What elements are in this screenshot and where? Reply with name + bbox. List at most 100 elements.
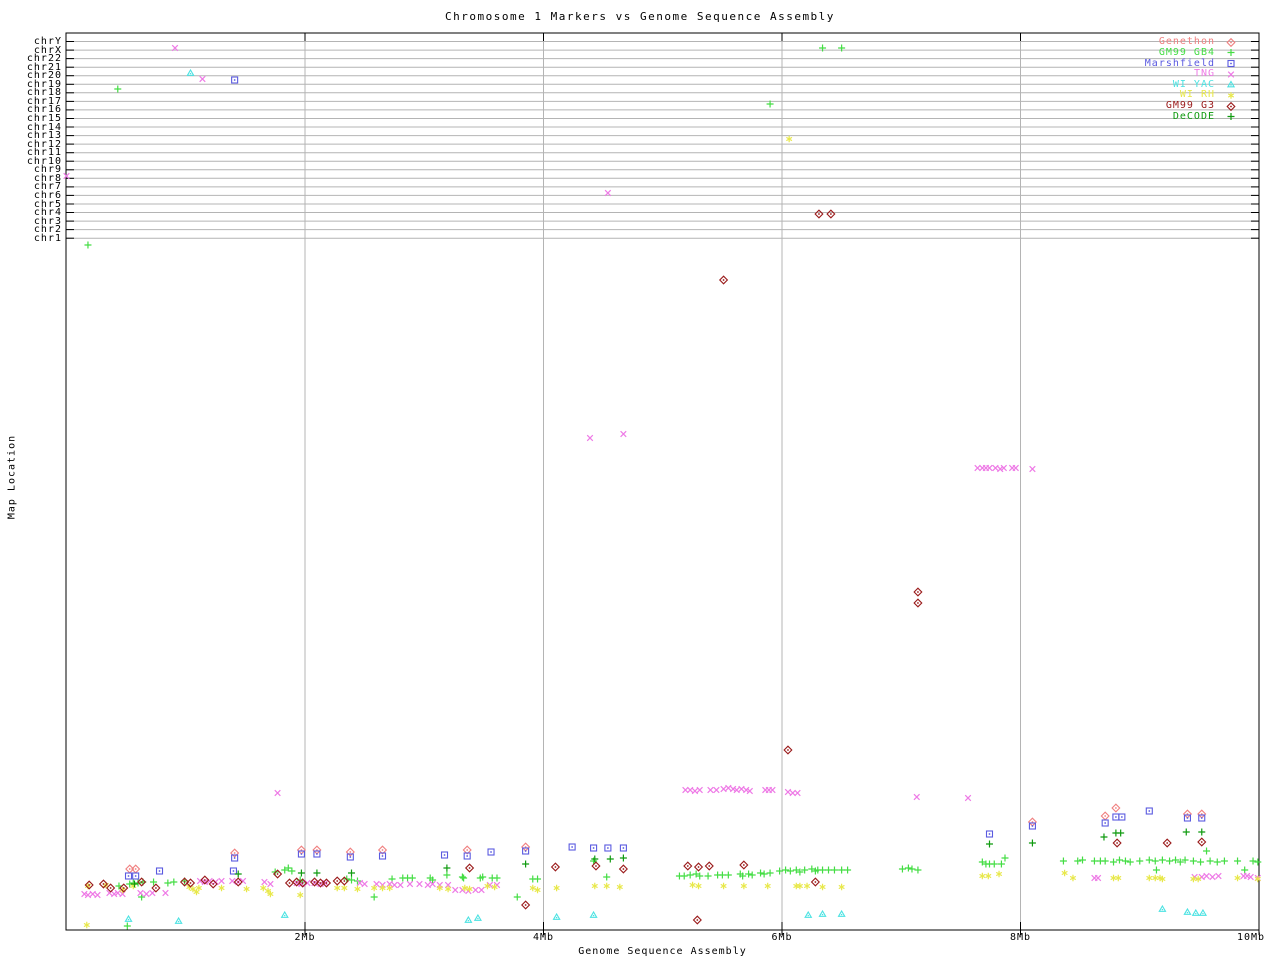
marker: [1145, 874, 1153, 882]
marker: [1189, 856, 1198, 866]
legend-marker-icon: [1227, 59, 1235, 68]
marker: [492, 873, 502, 883]
marker: [997, 859, 1006, 869]
plot-frame: [65, 32, 1260, 931]
marker: [1078, 855, 1087, 865]
marker: [340, 884, 348, 892]
marker: [261, 878, 268, 886]
series-wi-rh: [83, 135, 1262, 929]
gridlines: [66, 33, 1259, 930]
marker: [1248, 856, 1258, 866]
marker: [1162, 838, 1172, 848]
marker: [1090, 856, 1099, 866]
marker: [589, 911, 598, 918]
marker: [826, 209, 836, 219]
marker: [474, 914, 482, 921]
marker: [591, 882, 599, 890]
marker: [619, 430, 627, 438]
marker: [83, 921, 91, 929]
marker: [142, 890, 150, 898]
marker: [1215, 872, 1222, 880]
marker: [695, 882, 702, 890]
marker: [978, 872, 986, 880]
marker: [1109, 857, 1118, 867]
marker: [1197, 827, 1206, 837]
marker: [913, 865, 923, 875]
marker: [89, 890, 97, 898]
marker: [683, 861, 693, 871]
marker: [472, 886, 479, 894]
marker: [487, 848, 495, 856]
marker: [718, 870, 727, 880]
series-gm99-gb4: [83, 43, 1262, 931]
marker: [1213, 857, 1222, 867]
x-tick-label: 10Mb: [1236, 932, 1266, 943]
marker: [174, 917, 183, 924]
legend-label: GM99 G3: [1165, 100, 1215, 112]
marker: [682, 786, 689, 794]
marker: [163, 878, 172, 888]
legend-entry-decode: DeCODE: [938, 111, 1238, 122]
marker: [106, 883, 115, 893]
marker: [354, 885, 361, 893]
marker: [1059, 856, 1068, 866]
series-gm99-g3: [84, 209, 1207, 925]
marker: [1196, 857, 1205, 867]
marker: [243, 885, 250, 893]
marker: [361, 880, 369, 888]
marker: [1253, 857, 1262, 867]
legend-marker-icon: [1226, 48, 1236, 57]
marker: [148, 889, 156, 897]
marker: [124, 915, 133, 922]
marker: [529, 884, 537, 892]
marker: [603, 882, 611, 890]
marker: [478, 886, 485, 894]
marker: [913, 598, 923, 608]
marker: [720, 785, 727, 793]
marker: [228, 877, 236, 885]
marker: [606, 854, 615, 864]
marker: [720, 882, 727, 890]
marker: [94, 891, 101, 899]
marker: [1135, 856, 1144, 866]
marker: [1111, 803, 1121, 813]
marker: [1234, 874, 1241, 882]
marker: [370, 884, 378, 892]
series-marshfield: [124, 76, 1206, 880]
marker: [811, 877, 820, 887]
marker: [1145, 855, 1154, 865]
marker: [765, 868, 775, 878]
data-markers: [63, 43, 1262, 931]
scatter-plot: [63, 32, 1262, 935]
marker: [132, 872, 140, 880]
marker: [1073, 856, 1082, 866]
y-axis-title: Map Location: [6, 434, 18, 520]
legend-entry-tng: TNG: [938, 69, 1238, 80]
x-tick-label: 6Mb: [771, 932, 793, 943]
marker: [738, 785, 745, 793]
marker: [218, 877, 225, 885]
marker: [1197, 837, 1207, 847]
marker: [442, 870, 452, 880]
x-tick-label: 8Mb: [1009, 932, 1032, 943]
legend-marker-icon: [1226, 37, 1236, 47]
legend-label: WI YAC: [1172, 78, 1215, 90]
marker: [781, 865, 790, 875]
marker: [281, 911, 289, 918]
marker: [703, 871, 713, 881]
marker: [1126, 857, 1135, 867]
series-wi-yac: [124, 69, 1207, 924]
marker: [113, 84, 122, 94]
legend-entry-marshfield: Marshfield: [938, 58, 1238, 69]
marker: [1198, 873, 1206, 881]
marker: [986, 464, 993, 472]
marker: [1115, 855, 1124, 865]
marker: [783, 745, 793, 755]
marker: [985, 830, 994, 838]
marker: [913, 587, 923, 597]
marker: [465, 863, 474, 873]
marker: [274, 789, 281, 797]
marker: [837, 865, 846, 875]
x-tick-label: 4Mb: [532, 932, 555, 943]
marker: [692, 915, 702, 925]
